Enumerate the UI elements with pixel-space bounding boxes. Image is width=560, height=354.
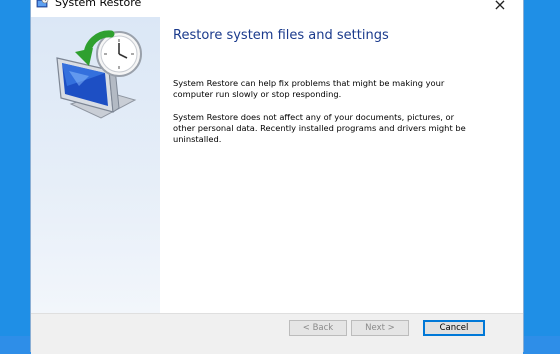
system-restore-window: System Restore × Restore system files an… <box>30 0 524 354</box>
title-bar[interactable]: System Restore × <box>31 0 523 17</box>
description-paragraph-2: System Restore does not affect any of yo… <box>173 112 466 144</box>
side-panel <box>31 17 160 313</box>
window-title: System Restore <box>55 0 142 9</box>
wizard-content: Restore system files and settings System… <box>31 17 523 313</box>
close-button[interactable]: × <box>477 0 523 15</box>
cancel-button[interactable]: Cancel <box>423 320 485 336</box>
system-restore-icon <box>36 0 49 8</box>
back-button[interactable]: < Back <box>289 320 347 336</box>
description-paragraph-1: System Restore can help fix problems tha… <box>173 78 445 99</box>
button-bar: < Back Next > Cancel <box>31 313 523 354</box>
next-button[interactable]: Next > <box>351 320 409 336</box>
monitor-clock-restore-icon <box>56 30 142 119</box>
main-area: Restore system files and settings System… <box>160 17 523 313</box>
page-heading: Restore system files and settings <box>173 28 389 43</box>
